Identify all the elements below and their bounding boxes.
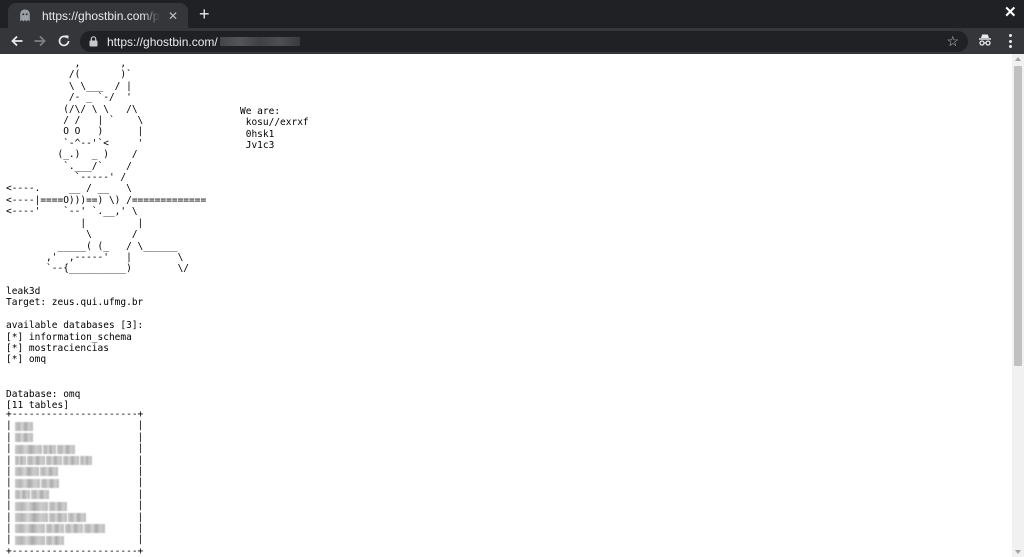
- redacted-table-name: [49, 501, 68, 511]
- redacted-table-name: [84, 524, 106, 534]
- ghost-icon: [18, 9, 32, 23]
- scroll-thumb[interactable]: [1014, 66, 1022, 366]
- url-text: https://ghostbin.com/: [107, 34, 218, 49]
- table-row: | |: [6, 443, 144, 455]
- page-scrollbar[interactable]: [1012, 54, 1024, 557]
- url-redacted-segment: [219, 37, 300, 46]
- redacted-table-name: [49, 513, 68, 523]
- tab-strip: https://ghostbin.com/paste ✕ + ✕: [0, 0, 1024, 28]
- forward-arrow-icon[interactable]: [31, 32, 49, 50]
- crew-credits: We are: kosu//exrxf 0hsk1 Jv1c3: [240, 106, 309, 152]
- bookmark-star-icon[interactable]: ☆: [946, 33, 959, 50]
- redacted-table-name: [46, 535, 65, 545]
- table-row: | |: [6, 431, 144, 443]
- browser-menu-icon[interactable]: [1003, 32, 1017, 50]
- table-row: | |: [6, 477, 144, 489]
- table-border-top: +----------------------+: [6, 409, 144, 420]
- table-row: | |: [6, 465, 144, 477]
- table-border-bottom: +----------------------+: [6, 545, 144, 557]
- table-row: | |: [6, 488, 144, 500]
- redacted-table-name: [15, 524, 46, 534]
- redacted-table-name: [15, 490, 31, 500]
- scroll-up-arrow-icon[interactable]: [1015, 57, 1021, 61]
- redacted-table-name: [65, 524, 84, 534]
- back-arrow-icon[interactable]: [8, 32, 26, 50]
- redacted-table-name: [15, 467, 40, 477]
- redacted-table-name: [68, 513, 87, 523]
- redacted-table-name: [15, 513, 49, 523]
- scroll-down-arrow-icon[interactable]: [1015, 550, 1021, 554]
- redacted-table-name: [26, 456, 45, 466]
- tab-title: https://ghostbin.com/paste: [42, 8, 160, 23]
- redacted-table-name: [41, 478, 60, 488]
- table-row: | |: [6, 511, 144, 523]
- redacted-table-name: [46, 524, 65, 534]
- redacted-table-name: [57, 444, 76, 454]
- redacted-table-name: [15, 535, 46, 545]
- redacted-table-name: [31, 490, 50, 500]
- page-content: , , /( )` \ \___ / | /- _ `-/ ' (/\/ \ \…: [0, 54, 1012, 557]
- redacted-table-name: [15, 478, 41, 488]
- redacted-table-name: [40, 467, 59, 477]
- redacted-table-name: [62, 456, 80, 466]
- table-rows: | | | | | | | | | | | | | | | | | | | | …: [6, 420, 143, 545]
- redacted-table-name: [15, 421, 34, 431]
- ascii-art-banner: , , /( )` \ \___ / | /- _ `-/ ' (/\/ \ \…: [6, 58, 207, 275]
- dump-info-text: leak3d Target: zeus.qui.ufmg.br availabl…: [6, 286, 144, 412]
- table-row: | |: [6, 534, 144, 546]
- lock-icon: [89, 36, 99, 48]
- redacted-table-name: [15, 444, 43, 454]
- redacted-table-name: [43, 444, 57, 454]
- browser-toolbar: https://ghostbin.com/ ☆: [0, 28, 1024, 54]
- window-close-button[interactable]: ✕: [1004, 4, 1017, 22]
- redacted-table-name: [15, 456, 26, 466]
- new-tab-button[interactable]: +: [199, 4, 210, 24]
- table-row: | |: [6, 522, 144, 534]
- redacted-table-name: [45, 456, 62, 466]
- tab-close-icon[interactable]: ✕: [166, 9, 180, 23]
- incognito-icon[interactable]: [977, 32, 993, 50]
- table-row: | |: [6, 454, 144, 466]
- redacted-table-name: [80, 456, 93, 466]
- table-row: | |: [6, 420, 144, 432]
- tables-listing: +----------------------+ | | | | | | | | | |…: [6, 409, 143, 557]
- active-tab[interactable]: https://ghostbin.com/paste ✕: [8, 3, 188, 28]
- table-row: | |: [6, 500, 144, 512]
- reload-icon[interactable]: [55, 32, 73, 50]
- redacted-table-name: [15, 433, 34, 443]
- address-bar[interactable]: https://ghostbin.com/ ☆: [80, 31, 968, 52]
- redacted-table-name: [15, 501, 49, 511]
